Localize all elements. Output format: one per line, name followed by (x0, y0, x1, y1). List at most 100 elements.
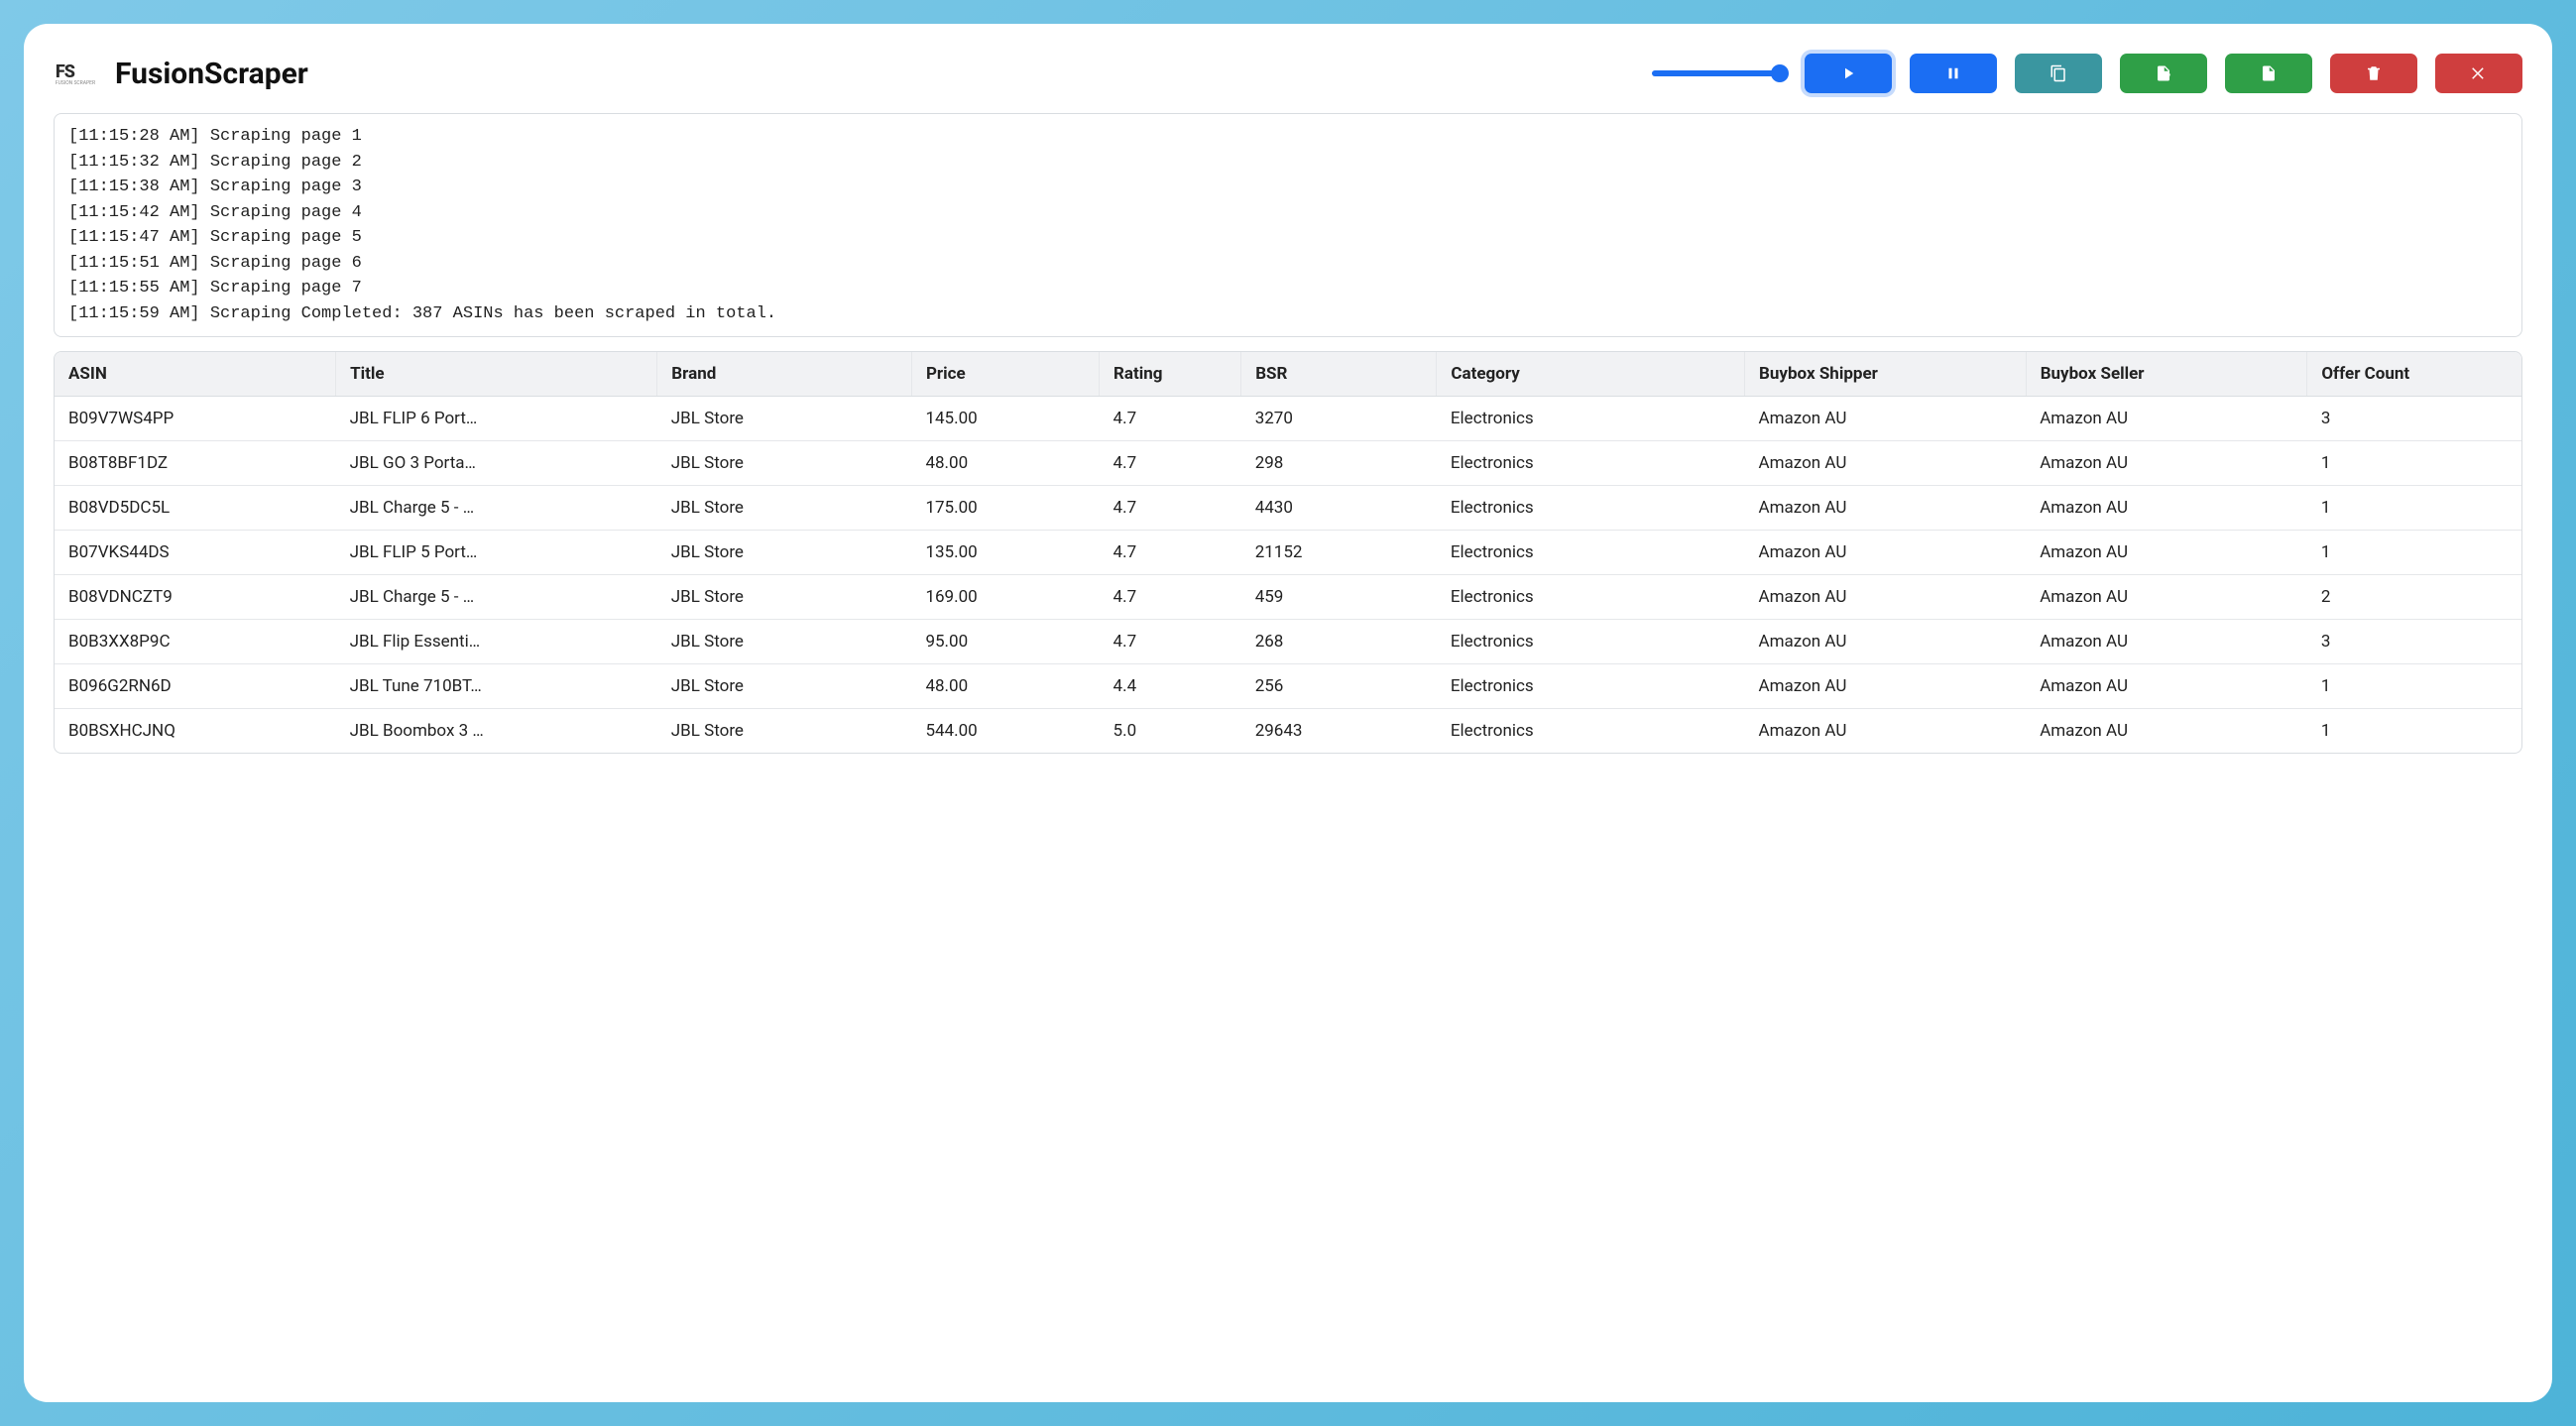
cell-price: 48.00 (911, 441, 1099, 486)
table-row[interactable]: B07VKS44DSJBL FLIP 5 Port…JBL Store135.0… (55, 531, 2521, 575)
column-header[interactable]: Buybox Shipper (1745, 352, 2027, 397)
cell-asin: B0BSXHCJNQ (55, 709, 336, 754)
copy-button[interactable] (2015, 54, 2102, 93)
cell-offers: 1 (2307, 441, 2521, 486)
cell-brand: JBL Store (657, 709, 912, 754)
cell-asin: B0B3XX8P9C (55, 620, 336, 664)
delete-button[interactable] (2330, 54, 2417, 93)
table-row[interactable]: B08T8BF1DZJBL GO 3 Porta…JBL Store48.004… (55, 441, 2521, 486)
column-header[interactable]: Price (911, 352, 1099, 397)
cell-bsr: 459 (1241, 575, 1437, 620)
cell-category: Electronics (1437, 709, 1745, 754)
cell-title: JBL Charge 5 - … (336, 486, 657, 531)
close-icon (2470, 64, 2488, 82)
cell-shipper: Amazon AU (1745, 397, 2027, 441)
cell-seller: Amazon AU (2026, 486, 2307, 531)
table-row[interactable]: B0B3XX8P9CJBL Flip Essenti…JBL Store95.0… (55, 620, 2521, 664)
cell-seller: Amazon AU (2026, 664, 2307, 709)
cell-offers: 2 (2307, 575, 2521, 620)
speed-slider[interactable] (1652, 70, 1781, 76)
cell-price: 175.00 (911, 486, 1099, 531)
column-header[interactable]: Buybox Seller (2026, 352, 2307, 397)
play-button[interactable] (1805, 54, 1892, 93)
file-xls-icon (2260, 64, 2278, 82)
cell-bsr: 21152 (1241, 531, 1437, 575)
cell-brand: JBL Store (657, 664, 912, 709)
svg-text:CSV: CSV (2160, 74, 2170, 80)
cell-brand: JBL Store (657, 575, 912, 620)
cell-price: 48.00 (911, 664, 1099, 709)
table-row[interactable]: B08VD5DC5LJBL Charge 5 - …JBL Store175.0… (55, 486, 2521, 531)
cell-price: 145.00 (911, 397, 1099, 441)
cell-title: JBL GO 3 Porta… (336, 441, 657, 486)
cell-offers: 1 (2307, 664, 2521, 709)
column-header[interactable]: Offer Count (2307, 352, 2521, 397)
column-header[interactable]: Brand (657, 352, 912, 397)
cell-seller: Amazon AU (2026, 397, 2307, 441)
cell-asin: B07VKS44DS (55, 531, 336, 575)
cell-brand: JBL Store (657, 531, 912, 575)
cell-price: 544.00 (911, 709, 1099, 754)
cell-brand: JBL Store (657, 620, 912, 664)
cell-seller: Amazon AU (2026, 620, 2307, 664)
cell-seller: Amazon AU (2026, 441, 2307, 486)
table-header: ASINTitleBrandPriceRatingBSRCategoryBuyb… (55, 352, 2521, 397)
column-header[interactable]: ASIN (55, 352, 336, 397)
column-header[interactable]: Title (336, 352, 657, 397)
cell-rating: 4.7 (1100, 486, 1241, 531)
cell-asin: B08VD5DC5L (55, 486, 336, 531)
cell-category: Electronics (1437, 486, 1745, 531)
slider-thumb[interactable] (1771, 64, 1789, 82)
cell-shipper: Amazon AU (1745, 575, 2027, 620)
cell-price: 95.00 (911, 620, 1099, 664)
cell-offers: 3 (2307, 620, 2521, 664)
cell-category: Electronics (1437, 575, 1745, 620)
cell-price: 169.00 (911, 575, 1099, 620)
column-header[interactable]: Rating (1100, 352, 1241, 397)
cell-title: JBL Tune 710BT… (336, 664, 657, 709)
table-row[interactable]: B08VDNCZT9JBL Charge 5 - …JBL Store169.0… (55, 575, 2521, 620)
cell-rating: 4.7 (1100, 441, 1241, 486)
cell-seller: Amazon AU (2026, 709, 2307, 754)
cell-bsr: 298 (1241, 441, 1437, 486)
export-csv-button[interactable]: CSV (2120, 54, 2207, 93)
cell-asin: B08VDNCZT9 (55, 575, 336, 620)
cell-category: Electronics (1437, 531, 1745, 575)
table-body: B09V7WS4PPJBL FLIP 6 Port…JBL Store145.0… (55, 397, 2521, 754)
cell-rating: 4.7 (1100, 531, 1241, 575)
log-panel: [11:15:28 AM] Scraping page 1 [11:15:32 … (54, 113, 2522, 337)
cell-shipper: Amazon AU (1745, 531, 2027, 575)
play-icon (1839, 64, 1857, 82)
cell-rating: 4.7 (1100, 620, 1241, 664)
cell-asin: B09V7WS4PP (55, 397, 336, 441)
cell-seller: Amazon AU (2026, 575, 2307, 620)
cell-asin: B096G2RN6D (55, 664, 336, 709)
table-row[interactable]: B0BSXHCJNQJBL Boombox 3 …JBL Store544.00… (55, 709, 2521, 754)
cell-bsr: 29643 (1241, 709, 1437, 754)
cell-category: Electronics (1437, 664, 1745, 709)
cell-offers: 1 (2307, 709, 2521, 754)
app-title: FusionScraper (115, 57, 308, 91)
cell-title: JBL Boombox 3 … (336, 709, 657, 754)
copy-icon (2049, 64, 2067, 82)
cell-brand: JBL Store (657, 486, 912, 531)
column-header[interactable]: Category (1437, 352, 1745, 397)
cell-shipper: Amazon AU (1745, 620, 2027, 664)
cell-rating: 4.4 (1100, 664, 1241, 709)
table-row[interactable]: B096G2RN6DJBL Tune 710BT…JBL Store48.004… (55, 664, 2521, 709)
cell-price: 135.00 (911, 531, 1099, 575)
column-header[interactable]: BSR (1241, 352, 1437, 397)
pause-button[interactable] (1910, 54, 1997, 93)
export-xls-button[interactable] (2225, 54, 2312, 93)
table-row[interactable]: B09V7WS4PPJBL FLIP 6 Port…JBL Store145.0… (55, 397, 2521, 441)
cell-category: Electronics (1437, 397, 1745, 441)
results-table: ASINTitleBrandPriceRatingBSRCategoryBuyb… (55, 352, 2521, 753)
cell-rating: 4.7 (1100, 575, 1241, 620)
cell-asin: B08T8BF1DZ (55, 441, 336, 486)
cell-rating: 4.7 (1100, 397, 1241, 441)
cell-brand: JBL Store (657, 397, 912, 441)
app-logo: FS FUSION SCRAPER (54, 52, 97, 95)
close-button[interactable] (2435, 54, 2522, 93)
cell-title: JBL Charge 5 - … (336, 575, 657, 620)
cell-offers: 1 (2307, 486, 2521, 531)
